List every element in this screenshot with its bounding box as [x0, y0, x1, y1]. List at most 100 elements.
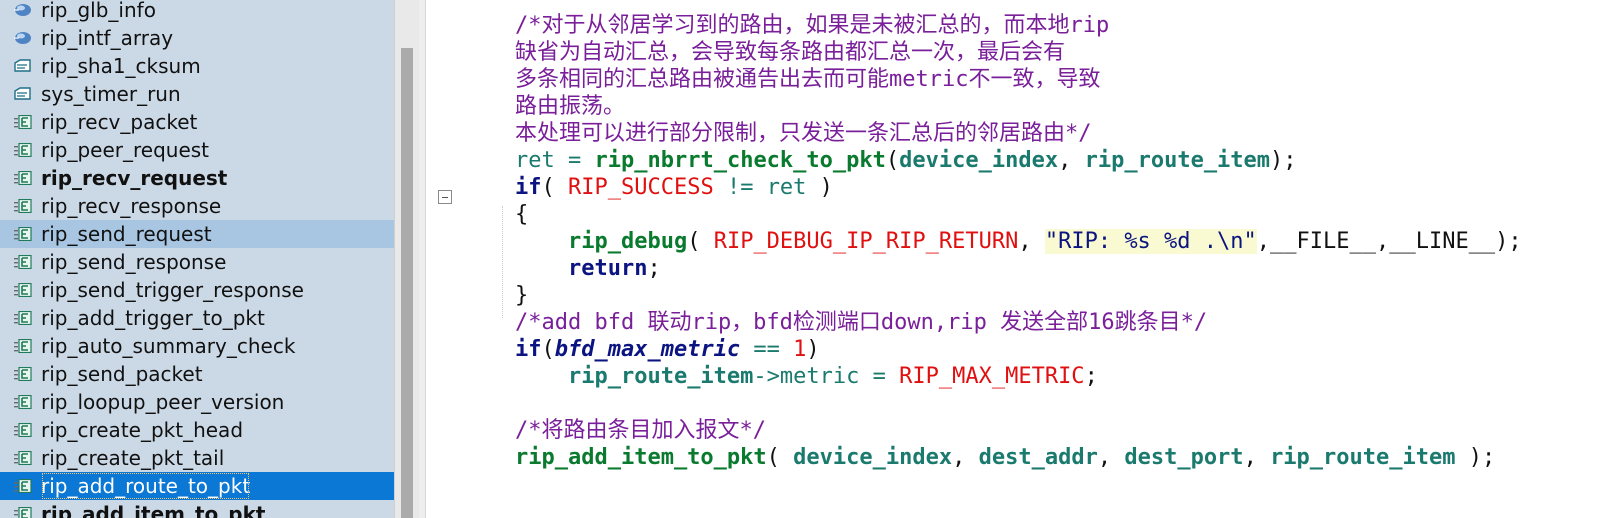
function-icon [13, 227, 32, 241]
tree-item-rip-sha1-cksum[interactable]: rip_sha1_cksum [0, 52, 394, 80]
tree-item-rip-add-trigger-to-pkt[interactable]: rip_add_trigger_to_pkt [0, 304, 394, 332]
code-token: /*将路由条目加入报文*/ [515, 418, 766, 443]
code-token: ); [1270, 148, 1297, 173]
function-icon [13, 311, 32, 325]
code-line: } [515, 282, 1522, 309]
code-token: rip_add_item_to_pkt [515, 445, 767, 470]
code-token: ,__FILE__,__LINE__); [1256, 229, 1522, 254]
code-text[interactable]: /*对于从邻居学习到的路由，如果是未被汇总的，而本地rip 缺省为自动汇总，会导致… [515, 12, 1522, 471]
code-editor[interactable]: /*对于从邻居学习到的路由，如果是未被汇总的，而本地rip 缺省为自动汇总，会导致… [426, 0, 1618, 518]
code-token: rip_route_item [567, 364, 754, 389]
code-token: 缺省为自动汇总，会导致每条路由都汇总一次，最后会有 [515, 40, 1066, 65]
tree-item-rip-add-route-to-pkt[interactable]: rip_add_route_to_pkt [0, 472, 394, 500]
code-token: != [713, 175, 767, 200]
global-variable-icon [13, 31, 32, 45]
code-token: dest_addr [978, 445, 1098, 470]
tree-item-label: rip_sha1_cksum [41, 54, 201, 78]
tree-item-rip-create-pkt-head[interactable]: rip_create_pkt_head [0, 416, 394, 444]
code-line: 多条相同的汇总路由被通告出去而可能metric不一致，导致 [515, 66, 1522, 93]
function-icon [13, 143, 32, 157]
tree-item-rip-loopup-peer-version[interactable]: rip_loopup_peer_version [0, 388, 394, 416]
code-token: "RIP: %s %d .\n" [1044, 229, 1257, 254]
code-line: if( RIP_SUCCESS != ret ) [515, 174, 1522, 201]
function-icon [13, 451, 32, 465]
fold-collapse-icon[interactable] [438, 190, 452, 204]
code-token: rip_nbrrt_check_to_pkt [594, 148, 886, 173]
code-token: , [1243, 445, 1271, 470]
tree-item-rip-intf-array[interactable]: rip_intf_array [0, 24, 394, 52]
code-token: ->metric = [753, 364, 900, 389]
tree-item-rip-send-trigger-response[interactable]: rip_send_trigger_response [0, 276, 394, 304]
tree-item-sys-timer-run[interactable]: sys_timer_run [0, 80, 394, 108]
code-line: 本处理可以进行部分限制，只发送一条汇总后的邻居路由*/ [515, 120, 1522, 147]
panel-splitter[interactable] [419, 0, 426, 518]
code-line: /*将路由条目加入报文*/ [515, 417, 1522, 444]
code-line: 路由振荡。 [515, 93, 1522, 120]
code-token: rip_debug [567, 229, 688, 254]
brace-guide-line [502, 206, 503, 318]
code-line: return; [515, 255, 1522, 282]
code-line: { [515, 201, 1522, 228]
tree-item-rip-create-pkt-tail[interactable]: rip_create_pkt_tail [0, 444, 394, 472]
code-token: RIP_MAX_METRIC [899, 364, 1085, 389]
code-token: , [952, 445, 979, 470]
symbol-tree-panel: rip_glb_info rip_intf_array rip_sha1_cksum… [0, 0, 394, 518]
code-token: ) [806, 337, 820, 362]
code-token: } [515, 283, 529, 308]
tree-item-rip-add-item-to-pkt[interactable]: rip_add_item_to_pkt [0, 500, 394, 518]
code-token: /*对于从邻居学习到的路由，如果是未被汇总的，而本地rip [515, 13, 1110, 38]
code-line: /*add bfd 联动rip，bfd检测端口down,rip 发送全部16跳条… [515, 309, 1522, 336]
tree-item-label: rip_add_trigger_to_pkt [41, 306, 265, 330]
code-token: /*add bfd 联动rip，bfd检测端口down,rip 发送全部16跳条… [515, 310, 1208, 335]
code-token: bfd_max_metric [554, 337, 741, 362]
code-line: rip_route_item->metric = RIP_MAX_METRIC; [515, 363, 1522, 390]
symbol-list: rip_glb_info rip_intf_array rip_sha1_cksum… [0, 0, 394, 518]
function-icon [13, 171, 32, 185]
symbol-tree-scrollbar[interactable] [394, 0, 419, 518]
code-token: == [740, 337, 794, 362]
code-token: ; [647, 256, 661, 281]
tree-item-rip-auto-summary-check[interactable]: rip_auto_summary_check [0, 332, 394, 360]
tree-item-label: rip_add_item_to_pkt [41, 502, 266, 518]
tree-item-rip-send-packet[interactable]: rip_send_packet [0, 360, 394, 388]
code-token: ret [515, 148, 555, 173]
function-icon [13, 283, 32, 297]
tree-item-rip-send-request[interactable]: rip_send_request [0, 220, 394, 248]
tree-item-label: rip_peer_request [41, 138, 210, 162]
tree-item-rip-peer-request[interactable]: rip_peer_request [0, 136, 394, 164]
global-variable-icon [13, 3, 32, 17]
code-token: if [515, 175, 542, 200]
code-line: rip_debug( RIP_DEBUG_IP_RIP_RETURN, "RIP… [515, 228, 1522, 255]
function-icon [13, 423, 32, 437]
tree-item-label: rip_recv_packet [41, 110, 198, 134]
function-icon [13, 199, 32, 213]
tree-item-label: rip_create_pkt_head [41, 418, 244, 442]
tree-item-rip-glb-info[interactable]: rip_glb_info [0, 0, 394, 24]
source-editor-window: rip_glb_info rip_intf_array rip_sha1_cksum… [0, 0, 1618, 518]
code-token: 本处理可以进行部分限制，只发送一条汇总后的邻居路由*/ [515, 121, 1092, 146]
tree-item-rip-send-response[interactable]: rip_send_response [0, 248, 394, 276]
code-token: ret [766, 175, 807, 200]
code-token: 1 [793, 337, 807, 362]
tree-item-rip-recv-packet[interactable]: rip_recv_packet [0, 108, 394, 136]
code-token: dest_port [1124, 445, 1244, 470]
code-token: ) [806, 175, 833, 200]
scrollbar-thumb[interactable] [401, 48, 413, 518]
code-token: { [515, 202, 529, 227]
function-icon [13, 507, 32, 518]
code-token: ; [1084, 364, 1098, 389]
tree-item-label: rip_send_packet [41, 362, 203, 386]
code-token: device_index [899, 148, 1059, 173]
tree-item-label: rip_add_route_to_pkt [41, 473, 251, 499]
prototype-icon [13, 87, 32, 101]
code-token: 路由振荡。 [515, 94, 626, 119]
code-token: ); [1455, 445, 1496, 470]
tree-item-rip-recv-request[interactable]: rip_recv_request [0, 164, 394, 192]
tree-item-label: rip_intf_array [41, 26, 174, 50]
tree-item-label: rip_glb_info [41, 0, 156, 22]
code-line: 缺省为自动汇总，会导致每条路由都汇总一次，最后会有 [515, 39, 1522, 66]
tree-item-rip-recv-response[interactable]: rip_recv_response [0, 192, 394, 220]
tree-item-label: sys_timer_run [41, 82, 181, 106]
